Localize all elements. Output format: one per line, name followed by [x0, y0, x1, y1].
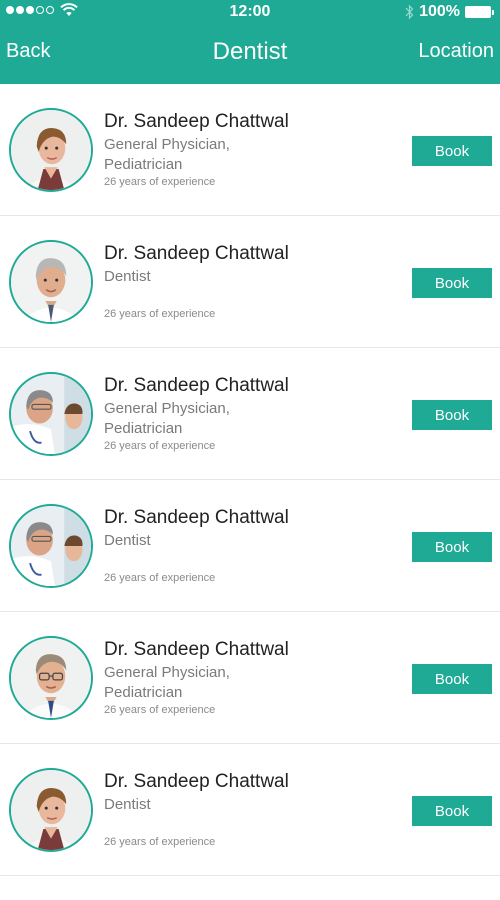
doctor-specialty: General Physician, Pediatrician: [104, 664, 230, 701]
doctor-row[interactable]: Dr. Sandeep Chattwal General Physician, P…: [0, 84, 500, 216]
doctor-avatar: [9, 240, 93, 324]
doctor-experience: 26 years of experience: [104, 440, 216, 452]
doctor-list: Dr. Sandeep Chattwal General Physician, P…: [0, 84, 500, 876]
doctor-list-screen: 12:00 100% Back Dentist Location Dr. San…: [0, 0, 500, 900]
doctor-row[interactable]: Dr. Sandeep Chattwal General Physician, P…: [0, 348, 500, 480]
book-button[interactable]: Book: [412, 532, 492, 562]
doctor-name: Dr. Sandeep Chattwal: [104, 507, 289, 528]
doctor-specialty: General Physician, Pediatrician: [104, 136, 230, 173]
doctor-specialty: Dentist: [104, 268, 151, 285]
doctor-avatar: [9, 768, 93, 852]
doctor-avatar: [9, 504, 93, 588]
doctor-experience: 26 years of experience: [104, 176, 216, 188]
book-button[interactable]: Book: [412, 664, 492, 694]
nav-bar: Back Dentist Location: [0, 24, 500, 84]
location-button[interactable]: Location: [418, 40, 494, 63]
status-right: 100%: [405, 3, 494, 21]
app-header: 12:00 100% Back Dentist Location: [0, 0, 500, 84]
doctor-name: Dr. Sandeep Chattwal: [104, 639, 289, 660]
book-button[interactable]: Book: [412, 796, 492, 826]
book-button[interactable]: Book: [412, 136, 492, 166]
battery-icon: [465, 6, 494, 18]
doctor-info: Dr. Sandeep Chattwal Dentist 26 years of e…: [104, 771, 394, 849]
doctor-name: Dr. Sandeep Chattwal: [104, 243, 289, 264]
doctor-experience: 26 years of experience: [104, 704, 216, 716]
doctor-experience: 26 years of experience: [104, 836, 216, 848]
doctor-info: Dr. Sandeep Chattwal General Physician, P…: [104, 639, 394, 717]
battery-percent: 100%: [419, 3, 460, 20]
doctor-info: Dr. Sandeep Chattwal Dentist 26 years of e…: [104, 243, 394, 321]
doctor-row[interactable]: Dr. Sandeep Chattwal Dentist 26 years of e…: [0, 216, 500, 348]
book-button[interactable]: Book: [412, 400, 492, 430]
doctor-avatar: [9, 108, 93, 192]
doctor-name: Dr. Sandeep Chattwal: [104, 375, 289, 396]
doctor-specialty: Dentist: [104, 532, 151, 549]
doctor-specialty: General Physician, Pediatrician: [104, 400, 230, 437]
doctor-row[interactable]: Dr. Sandeep Chattwal General Physician, P…: [0, 612, 500, 744]
doctor-avatar: [9, 636, 93, 720]
doctor-experience: 26 years of experience: [104, 308, 216, 320]
doctor-experience: 26 years of experience: [104, 572, 216, 584]
status-bar: 12:00 100%: [0, 0, 500, 24]
doctor-name: Dr. Sandeep Chattwal: [104, 111, 289, 132]
doctor-name: Dr. Sandeep Chattwal: [104, 771, 289, 792]
doctor-row[interactable]: Dr. Sandeep Chattwal Dentist 26 years of e…: [0, 744, 500, 876]
doctor-avatar: [9, 372, 93, 456]
doctor-info: Dr. Sandeep Chattwal Dentist 26 years of e…: [104, 507, 394, 585]
book-button[interactable]: Book: [412, 268, 492, 298]
doctor-info: Dr. Sandeep Chattwal General Physician, P…: [104, 375, 394, 453]
doctor-specialty: Dentist: [104, 796, 151, 813]
bluetooth-icon: [405, 4, 414, 20]
doctor-row[interactable]: Dr. Sandeep Chattwal Dentist 26 years of e…: [0, 480, 500, 612]
doctor-info: Dr. Sandeep Chattwal General Physician, P…: [104, 111, 394, 189]
